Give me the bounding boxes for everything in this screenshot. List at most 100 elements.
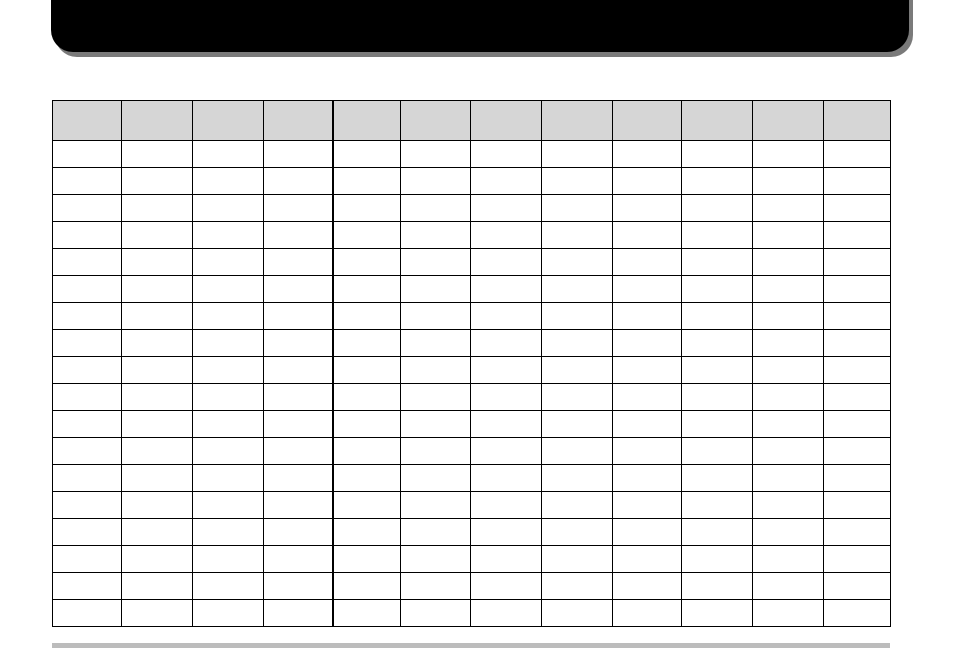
table-cell: [471, 411, 542, 438]
table-cell: [613, 438, 682, 465]
table-cell: [264, 222, 333, 249]
table-header-cell: [753, 101, 824, 141]
table-cell: [401, 168, 471, 195]
table-cell: [753, 438, 824, 465]
table-cell: [401, 276, 471, 303]
table-cell: [401, 519, 471, 546]
table-cell: [824, 384, 891, 411]
table-cell: [401, 141, 471, 168]
table-cell: [613, 492, 682, 519]
table-cell: [824, 519, 891, 546]
table-cell: [122, 411, 193, 438]
table-cell: [824, 438, 891, 465]
table-header-cell: [824, 101, 891, 141]
table-cell: [53, 141, 122, 168]
table-cell: [471, 384, 542, 411]
table-cell: [753, 222, 824, 249]
table-row: [53, 546, 891, 573]
table-cell: [333, 600, 401, 627]
table-cell: [53, 249, 122, 276]
table-cell: [542, 357, 613, 384]
table-cell: [613, 384, 682, 411]
table-cell: [613, 303, 682, 330]
table-cell: [542, 141, 613, 168]
table-cell: [542, 330, 613, 357]
table-cell: [682, 546, 753, 573]
table-row: [53, 141, 891, 168]
table-cell: [471, 249, 542, 276]
table-cell: [682, 384, 753, 411]
table-header-cell: [264, 101, 333, 141]
table-header-cell: [542, 101, 613, 141]
table-cell: [471, 330, 542, 357]
table-row: [53, 303, 891, 330]
table-cell: [193, 384, 264, 411]
table-cell: [122, 519, 193, 546]
table-cell: [193, 141, 264, 168]
table-cell: [613, 465, 682, 492]
table-cell: [333, 195, 401, 222]
table-cell: [542, 573, 613, 600]
table-cell: [193, 357, 264, 384]
table-cell: [264, 438, 333, 465]
table-cell: [542, 303, 613, 330]
header-banner: [51, 0, 909, 52]
table-cell: [122, 303, 193, 330]
table-cell: [193, 465, 264, 492]
table-cell: [122, 249, 193, 276]
table-cell: [264, 276, 333, 303]
table-cell: [824, 546, 891, 573]
table-cell: [682, 195, 753, 222]
table-cell: [613, 411, 682, 438]
table-cell: [333, 384, 401, 411]
table-cell: [193, 249, 264, 276]
table-cell: [682, 222, 753, 249]
table-cell: [333, 303, 401, 330]
table-cell: [753, 384, 824, 411]
table-cell: [122, 195, 193, 222]
table-cell: [193, 411, 264, 438]
table-cell: [542, 195, 613, 222]
table-cell: [401, 384, 471, 411]
table-cell: [542, 546, 613, 573]
table-cell: [401, 600, 471, 627]
table-cell: [753, 465, 824, 492]
table-cell: [824, 168, 891, 195]
table-cell: [193, 519, 264, 546]
table-row: [53, 168, 891, 195]
table-header-cell: [471, 101, 542, 141]
table-header-row: [53, 101, 891, 141]
table-cell: [333, 141, 401, 168]
table-cell: [471, 357, 542, 384]
table-cell: [333, 438, 401, 465]
table-cell: [122, 492, 193, 519]
table-cell: [542, 276, 613, 303]
table-header-cell: [613, 101, 682, 141]
table-cell: [193, 546, 264, 573]
table-cell: [824, 276, 891, 303]
table-cell: [682, 492, 753, 519]
table-cell: [753, 519, 824, 546]
table-cell: [193, 276, 264, 303]
table-cell: [613, 573, 682, 600]
table-cell: [753, 357, 824, 384]
table-cell: [471, 168, 542, 195]
table-cell: [333, 276, 401, 303]
table-cell: [53, 330, 122, 357]
table-cell: [613, 249, 682, 276]
table-cell: [264, 600, 333, 627]
table-cell: [264, 492, 333, 519]
table-cell: [333, 249, 401, 276]
table-cell: [682, 330, 753, 357]
table-cell: [53, 492, 122, 519]
table-cell: [53, 168, 122, 195]
table-cell: [193, 573, 264, 600]
table-cell: [753, 411, 824, 438]
table-cell: [824, 249, 891, 276]
table-row: [53, 222, 891, 249]
table-cell: [401, 438, 471, 465]
table-cell: [401, 573, 471, 600]
table-cell: [682, 249, 753, 276]
table-cell: [193, 195, 264, 222]
table-cell: [613, 222, 682, 249]
